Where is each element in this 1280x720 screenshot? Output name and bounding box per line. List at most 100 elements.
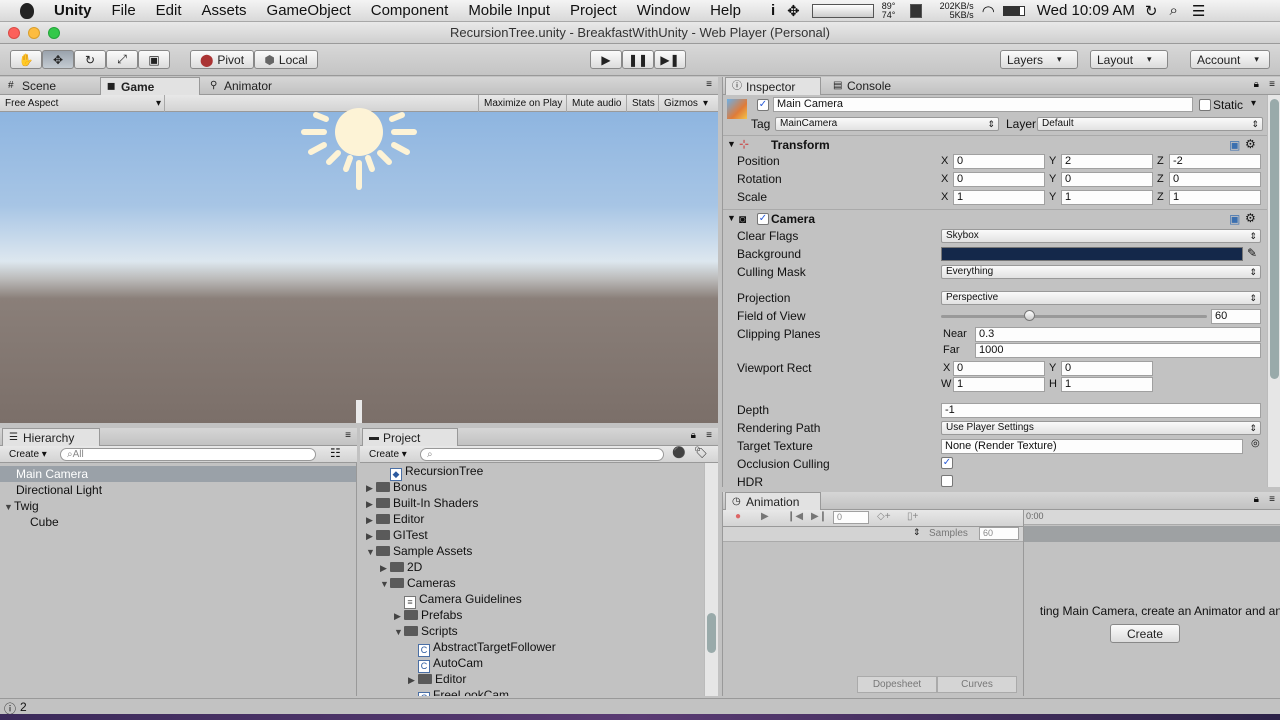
menu-mobile-input[interactable]: Mobile Input	[468, 2, 550, 19]
hierarchy-search-input[interactable]: ⌕All	[60, 448, 316, 461]
target-texture-field[interactable]: None (Render Texture)	[941, 439, 1243, 454]
menu-app[interactable]: Unity	[54, 2, 92, 19]
maximize-on-play-toggle[interactable]: Maximize on Play	[478, 95, 567, 112]
menu-help[interactable]: Help	[710, 2, 741, 19]
hierarchy-item-directional-light[interactable]: Directional Light	[0, 482, 356, 498]
filter-by-type-icon[interactable]: ⚫	[672, 446, 686, 459]
create-animation-button[interactable]: Create	[1110, 624, 1180, 643]
menu-gameobject[interactable]: GameObject	[267, 2, 351, 19]
close-window-button[interactable]	[8, 27, 20, 39]
project-create-dropdown[interactable]: Create ▾	[364, 446, 412, 463]
gizmos-dropdown[interactable]: Gizmos ▾	[658, 95, 710, 112]
scale-tool-button[interactable]: ⤢	[106, 50, 138, 69]
tab-scene[interactable]: # Scene	[2, 77, 98, 95]
expanded-triangle-icon[interactable]: ▼	[4, 499, 14, 515]
scrollbar-thumb[interactable]	[1270, 99, 1279, 379]
tab-console[interactable]: ▤ Console	[827, 77, 923, 95]
play-button[interactable]: ▶	[590, 50, 622, 69]
projection-dropdown[interactable]: Perspective	[941, 291, 1261, 305]
rot-x-label[interactable]: X	[941, 173, 948, 185]
active-checkbox[interactable]: ✓	[757, 99, 769, 111]
project-item[interactable]: ▶ Prefabs	[360, 607, 704, 623]
stats-toggle[interactable]: Stats	[626, 95, 660, 112]
pos-z-field[interactable]: -2	[1169, 154, 1261, 169]
panel-menu-icon[interactable]: ≡	[706, 79, 712, 90]
collapsed-triangle-icon[interactable]: ▶	[366, 496, 376, 512]
static-dropdown-icon[interactable]: ▾	[1251, 98, 1256, 109]
occlusion-culling-checkbox[interactable]: ✓	[941, 457, 953, 469]
add-keyframe-icon[interactable]: ◇+	[877, 511, 891, 522]
scl-y-field[interactable]: 1	[1061, 190, 1153, 205]
project-item[interactable]: CFreeLookCam	[360, 687, 704, 696]
layer-dropdown[interactable]: Default	[1037, 117, 1263, 131]
hdr-checkbox[interactable]	[941, 475, 953, 487]
minimize-window-button[interactable]	[28, 27, 40, 39]
scl-y-label[interactable]: Y	[1049, 191, 1056, 203]
frame-field[interactable]: 0	[833, 511, 869, 524]
next-key-icon[interactable]: ▶❙	[811, 511, 827, 522]
help-book-icon[interactable]: ▣	[1229, 212, 1240, 226]
panel-menu-icon[interactable]: ≡	[345, 430, 351, 441]
timeline-area[interactable]: 0:00 ting Main Camera, create an Animato…	[1023, 510, 1280, 696]
project-item[interactable]: ▶ Bonus	[360, 479, 704, 495]
panel-menu-icon[interactable]: ≡	[1269, 79, 1275, 90]
menu-component[interactable]: Component	[371, 2, 449, 19]
project-item[interactable]: ▶ Editor	[360, 511, 704, 527]
inspector-scrollbar[interactable]	[1267, 95, 1280, 487]
tab-inspector[interactable]: ⓘ Inspector	[725, 77, 821, 95]
tab-hierarchy[interactable]: ☰ Hierarchy	[2, 428, 100, 446]
gear-icon[interactable]: ⚙	[1245, 137, 1256, 151]
local-toggle[interactable]: ⬢ Local	[254, 50, 318, 69]
hierarchy-create-dropdown[interactable]: Create ▾	[4, 446, 52, 463]
rot-z-field[interactable]: 0	[1169, 172, 1261, 187]
viewport-y-field[interactable]: 0	[1061, 361, 1153, 376]
camera-enabled-checkbox[interactable]: ✓	[757, 213, 769, 225]
rotate-tool-button[interactable]: ↻	[74, 50, 106, 69]
panel-menu-icon[interactable]: ≡	[1269, 494, 1275, 505]
spotlight-search-icon[interactable]: ⌕	[1169, 2, 1177, 19]
previous-key-icon[interactable]: ❙◀	[787, 511, 803, 522]
info-icon[interactable]: i	[771, 2, 775, 19]
move-tool-button[interactable]: ✥	[42, 50, 74, 69]
project-item[interactable]: ▼ Sample Assets	[360, 543, 704, 559]
menu-assets[interactable]: Assets	[202, 2, 247, 19]
project-item[interactable]: ≡ Camera Guidelines	[360, 591, 704, 609]
expanded-triangle-icon[interactable]: ▼	[727, 213, 736, 223]
step-button[interactable]: ▶❚	[654, 50, 686, 69]
zoom-window-button[interactable]	[48, 27, 60, 39]
fov-slider-thumb[interactable]	[1024, 310, 1036, 321]
add-event-icon[interactable]: ▯+	[907, 511, 918, 522]
camera-header[interactable]: ▼ ◙ ✓ Camera ▣ ⚙	[723, 209, 1267, 227]
rect-tool-button[interactable]: ▣	[138, 50, 170, 69]
scl-z-label[interactable]: Z	[1157, 191, 1164, 203]
collapsed-triangle-icon[interactable]: ▶	[394, 608, 404, 624]
collapsed-triangle-icon[interactable]: ▶	[380, 560, 390, 576]
fov-slider-track[interactable]	[941, 315, 1207, 318]
help-book-icon[interactable]: ▣	[1229, 138, 1240, 152]
viewport-w-field[interactable]: 1	[953, 377, 1045, 392]
expanded-triangle-icon[interactable]: ▼	[366, 544, 376, 560]
tab-game[interactable]: ◼ Game	[100, 77, 200, 95]
project-item[interactable]: ▶ 2D	[360, 559, 704, 575]
account-dropdown[interactable]: Account	[1190, 50, 1270, 69]
menu-project[interactable]: Project	[570, 2, 617, 19]
collapsed-triangle-icon[interactable]: ▶	[408, 672, 418, 688]
object-picker-icon[interactable]: ◎	[1251, 438, 1260, 449]
rot-x-field[interactable]: 0	[953, 172, 1045, 187]
pos-x-label[interactable]: X	[941, 155, 948, 167]
play-icon[interactable]: ▶	[761, 511, 769, 522]
clip-dropdown-icon[interactable]: ⇕	[913, 527, 921, 538]
transform-header[interactable]: ▼ ⊹ Transform ▣ ⚙	[723, 135, 1267, 153]
tab-animation[interactable]: ◷ Animation	[725, 492, 821, 510]
layers-dropdown[interactable]: Layers	[1000, 50, 1078, 69]
record-icon[interactable]: ●	[735, 511, 741, 522]
collapsed-triangle-icon[interactable]: ▶	[366, 528, 376, 544]
background-color-field[interactable]	[941, 247, 1243, 261]
mute-audio-toggle[interactable]: Mute audio	[566, 95, 626, 112]
hand-tool-button[interactable]: ✋	[10, 50, 42, 69]
eyedropper-icon[interactable]: ✎	[1247, 246, 1257, 260]
project-item[interactable]: ▶ Editor	[360, 671, 704, 687]
tab-animator[interactable]: ⚲ Animator	[204, 77, 314, 95]
rot-z-label[interactable]: Z	[1157, 173, 1164, 185]
aspect-dropdown[interactable]: Free Aspect ▾	[0, 95, 165, 112]
